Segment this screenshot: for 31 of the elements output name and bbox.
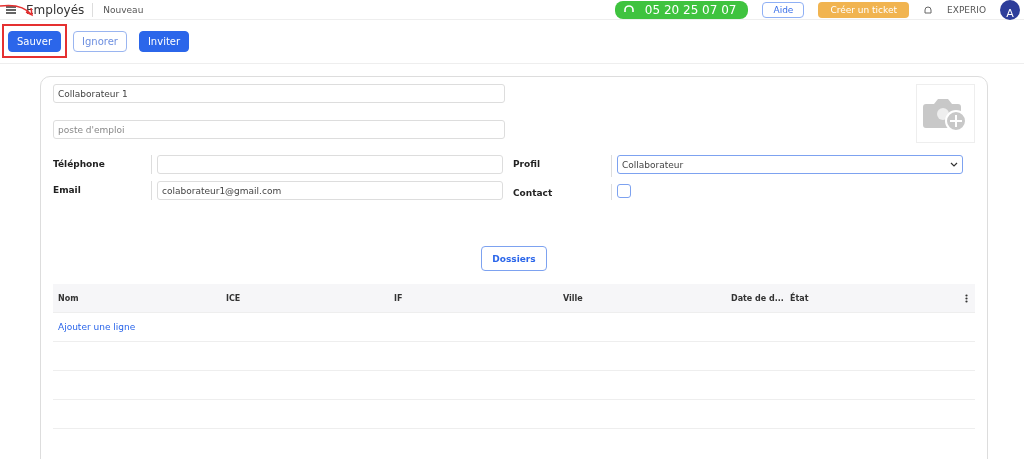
page-title: Employés <box>26 2 94 17</box>
phone-badge: 05 20 25 07 07 <box>614 0 749 19</box>
column-header: ICE <box>226 293 242 303</box>
job-field[interactable]: poste d'emploi <box>53 120 505 139</box>
add-row-link[interactable]: Ajouter une ligne <box>58 322 136 332</box>
help-button[interactable]: Aide <box>762 1 805 18</box>
company-name[interactable]: EXPERIO <box>947 4 986 15</box>
profile-select[interactable]: Collaborateur <box>617 155 963 174</box>
breadcrumb: Nouveau <box>103 4 144 15</box>
bell-icon[interactable] <box>923 4 934 15</box>
field-label: Téléphone <box>53 158 106 171</box>
primary-button[interactable]: Inviter <box>138 31 190 52</box>
outline-button[interactable]: Ignorer <box>73 31 127 52</box>
chevron-down-icon <box>950 162 958 167</box>
column-header: Nom <box>58 293 80 303</box>
column-header: IF <box>394 293 404 303</box>
column-header: Date de d... <box>731 293 785 303</box>
field-label: Contact <box>513 186 554 200</box>
column-header: Ville <box>563 293 584 303</box>
field-label: Profil <box>513 158 541 171</box>
primary-button[interactable]: Sauver <box>8 31 61 52</box>
user-avatar[interactable]: A <box>1000 0 1020 20</box>
name-field[interactable]: Collaborateur 1 <box>53 84 505 103</box>
kebab-menu-icon[interactable] <box>965 293 968 303</box>
text-field[interactable]: colaborateur1@gmail.com <box>157 181 503 200</box>
contact-checkbox[interactable] <box>617 183 631 198</box>
dossiers-button[interactable]: Dossiers <box>481 246 547 271</box>
text-field[interactable] <box>157 155 503 174</box>
field-label: Email <box>53 184 82 197</box>
column-header: État <box>790 293 810 303</box>
menu-icon[interactable] <box>6 5 16 14</box>
